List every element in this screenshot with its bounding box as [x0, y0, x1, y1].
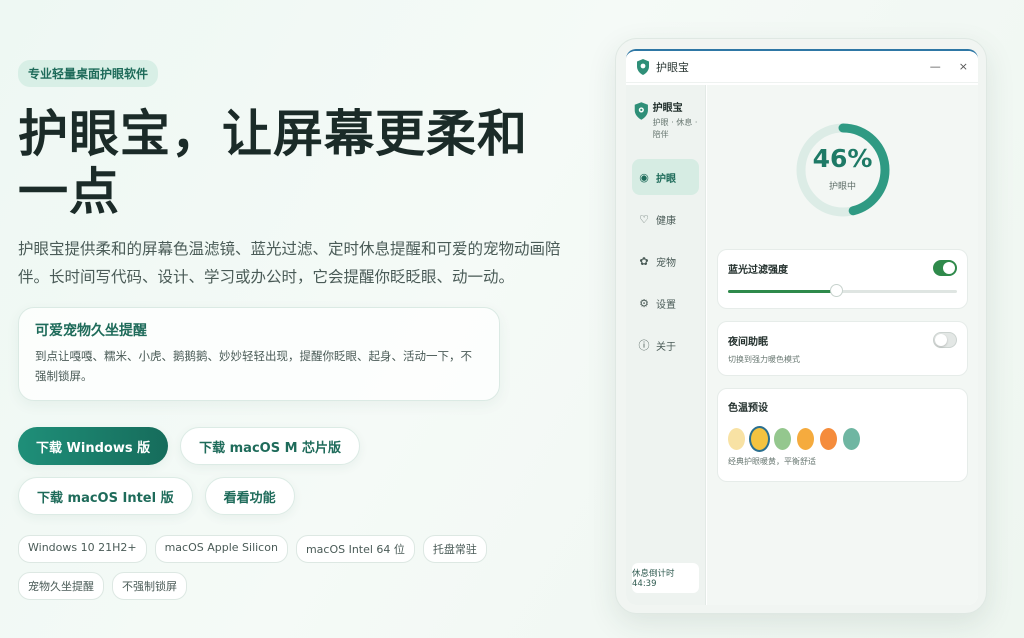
app-brand: 护眼宝 护眼 · 休息 · 陪伴 — [626, 85, 705, 141]
window-titlebar: 护眼宝 — × — [626, 51, 978, 83]
chip: 宠物久坐提醒 — [18, 572, 104, 600]
color-swatch[interactable] — [820, 428, 837, 450]
app-logo-icon — [634, 102, 648, 120]
sidebar-item-pet[interactable]: ✿ 宠物 — [632, 243, 699, 279]
eye-icon: ◉ — [639, 170, 649, 184]
sidebar-item-about[interactable]: ⓘ 关于 — [632, 327, 699, 363]
tagline-badge: 专业轻量桌面护眼软件 — [18, 60, 159, 87]
color-swatch[interactable] — [728, 428, 745, 450]
sidebar-item-eye[interactable]: ◉ 护眼 — [632, 159, 699, 195]
paw-icon: ✿ — [639, 254, 649, 268]
color-temp-subtitle: 经典护眼暖黄，平衡舒适 — [728, 457, 816, 466]
view-features-button[interactable]: 看看功能 — [204, 477, 295, 515]
download-macos-intel-button[interactable]: 下载 macOS Intel 版 — [18, 477, 193, 515]
sidebar-nav: ◉ 护眼 ♡ 健康 ✿ 宠物 ⚙ 设置 ⓘ 关于 — [626, 159, 705, 363]
color-swatch[interactable] — [797, 428, 814, 450]
color-temp-card: 色温预设 经典护眼暖黄，平衡舒适 — [717, 388, 968, 482]
sidebar-item-label: 关于 — [656, 341, 676, 353]
blue-light-slider[interactable] — [728, 284, 957, 298]
close-button[interactable]: × — [959, 60, 968, 73]
blue-light-toggle[interactable] — [933, 260, 957, 276]
chip: macOS Apple Silicon — [154, 535, 288, 563]
color-swatch[interactable] — [843, 428, 860, 450]
color-swatch[interactable] — [751, 428, 768, 450]
chip: 不强制锁屏 — [112, 572, 187, 600]
color-swatches — [728, 428, 957, 450]
brand-subtitle: 护眼 · 休息 · 陪伴 — [652, 118, 698, 139]
minimize-button[interactable]: — — [930, 60, 941, 73]
night-mode-card: 夜间助眠 切换到强力暖色模式 — [717, 321, 968, 376]
brand-name: 护眼宝 — [652, 103, 683, 114]
feature-card-title: 可爱宠物久坐提醒 — [35, 323, 147, 339]
download-buttons: 下载 Windows 版 下载 macOS M 芯片版 下载 macOS Int… — [18, 427, 538, 515]
ring-value: 46% — [812, 144, 873, 173]
heart-icon: ♡ — [639, 212, 649, 226]
gear-icon: ⚙ — [639, 296, 649, 310]
blue-light-title: 蓝光过滤强度 — [728, 264, 788, 276]
color-swatch[interactable] — [774, 428, 791, 450]
sidebar-item-label: 健康 — [656, 215, 676, 227]
shield-icon — [637, 58, 649, 75]
ring-label: 护眼中 — [828, 182, 856, 192]
hero-section: 专业轻量桌面护眼软件 护眼宝，让屏幕更柔和一点 护眼宝提供柔和的屏幕色温滤镜、蓝… — [18, 60, 578, 600]
feature-card: 可爱宠物久坐提醒 到点让嘎嘎、糯米、小虎、鹅鹅鹅、妙妙轻轻出现，提醒你眨眼、起身… — [18, 307, 500, 401]
app-sidebar: 护眼宝 护眼 · 休息 · 陪伴 ◉ 护眼 ♡ 健康 ✿ 宠物 ⚙ 设置 ⓘ 关… — [626, 85, 706, 605]
sidebar-item-health[interactable]: ♡ 健康 — [632, 201, 699, 237]
app-main: 46% 护眼中 蓝光过滤强度 夜间助眠 切换到强力暖色模式 色温预设 经典护眼暖… — [707, 85, 978, 605]
chip: Windows 10 21H2+ — [18, 535, 147, 563]
app-preview-frame: 护眼宝 — × 护眼宝 护眼 · 休息 · 陪伴 ◉ 护眼 ♡ 健康 ✿ 宠物 … — [615, 38, 987, 614]
night-mode-toggle[interactable] — [933, 332, 957, 348]
app-window: 护眼宝 — × 护眼宝 护眼 · 休息 · 陪伴 ◉ 护眼 ♡ 健康 ✿ 宠物 … — [626, 49, 978, 605]
color-temp-title: 色温预设 — [728, 403, 768, 414]
download-windows-button[interactable]: 下载 Windows 版 — [18, 427, 169, 465]
sidebar-item-label: 设置 — [656, 299, 676, 311]
night-mode-subtitle: 切换到强力暖色模式 — [728, 355, 800, 364]
feature-card-text: 到点让嘎嘎、糯米、小虎、鹅鹅鹅、妙妙轻轻出现，提醒你眨眼、起身、活动一下，不强制… — [35, 349, 472, 383]
night-mode-title: 夜间助眠 — [728, 336, 768, 348]
rest-countdown: 休息倒计时 44:39 — [632, 563, 699, 593]
hero-title: 护眼宝，让屏幕更柔和一点 — [18, 105, 528, 221]
blue-light-card: 蓝光过滤强度 — [717, 249, 968, 309]
sidebar-item-label: 宠物 — [656, 257, 676, 269]
window-title: 护眼宝 — [656, 60, 689, 74]
protection-ring: 46% 护眼中 — [794, 103, 892, 237]
platform-chips: Windows 10 21H2+ macOS Apple Silicon mac… — [18, 535, 558, 600]
slider-thumb[interactable] — [829, 284, 843, 297]
chip: macOS Intel 64 位 — [295, 535, 415, 563]
download-macos-m-button[interactable]: 下载 macOS M 芯片版 — [180, 427, 361, 465]
sidebar-item-settings[interactable]: ⚙ 设置 — [632, 285, 699, 321]
info-icon: ⓘ — [638, 339, 650, 352]
hero-description: 护眼宝提供柔和的屏幕色温滤镜、蓝光过滤、定时休息提醒和可爱的宠物动画陪伴。长时间… — [18, 240, 561, 286]
sidebar-item-label: 护眼 — [656, 173, 676, 185]
chip: 托盘常驻 — [422, 535, 487, 563]
